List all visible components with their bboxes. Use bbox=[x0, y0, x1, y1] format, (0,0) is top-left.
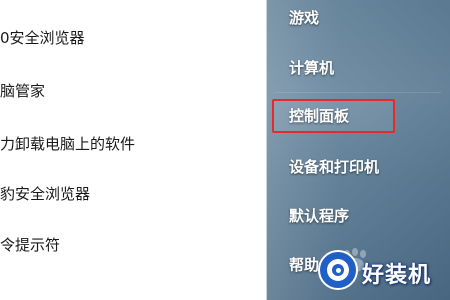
right-pane-item-computer[interactable]: 计算机 bbox=[289, 56, 334, 80]
program-item-command-prompt[interactable]: 令提示符 bbox=[0, 234, 60, 256]
right-pane-item-default-programs[interactable]: 默认程序 bbox=[289, 204, 349, 228]
right-pane-separator bbox=[275, 92, 441, 93]
right-pane-item-devices-printers[interactable]: 设备和打印机 bbox=[289, 155, 379, 179]
program-item-computer-manager[interactable]: 脑管家 bbox=[0, 80, 45, 102]
program-item-uninstall-software[interactable]: 力卸载电脑上的软件 bbox=[0, 133, 135, 155]
eye-icon bbox=[318, 250, 358, 290]
right-pane-item-help[interactable]: 帮助 bbox=[289, 253, 319, 277]
watermark-text: 好装机 bbox=[362, 263, 432, 288]
program-item-security-browser-360[interactable]: 0安全浏览器 bbox=[0, 27, 85, 49]
start-menu-program-list: 0安全浏览器 脑管家 力卸载电脑上的软件 豹安全浏览器 令提示符 bbox=[0, 0, 266, 300]
control-panel-highlight bbox=[272, 99, 395, 133]
program-item-cheetah-browser[interactable]: 豹安全浏览器 bbox=[0, 183, 90, 205]
right-pane-item-games[interactable]: 游戏 bbox=[289, 6, 319, 30]
